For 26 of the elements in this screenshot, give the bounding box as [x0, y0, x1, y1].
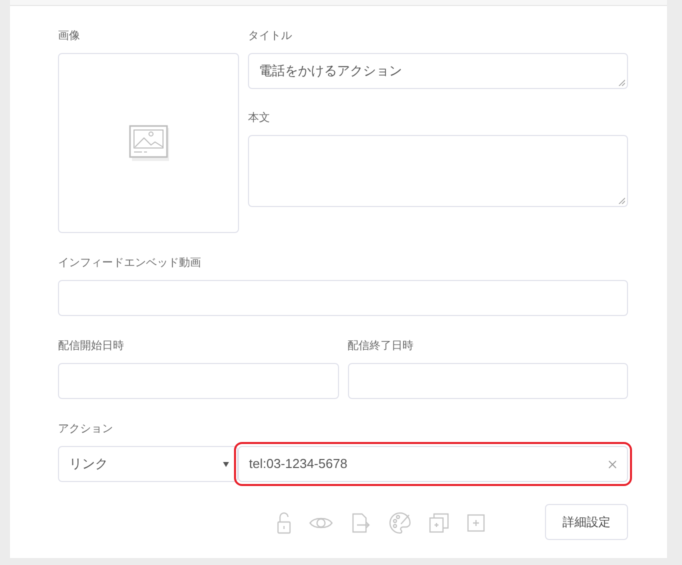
dropdown-caret-icon [223, 462, 229, 466]
infeed-video-field[interactable] [58, 280, 628, 316]
padlock-icon[interactable] [277, 512, 291, 534]
advanced-settings-button[interactable]: 詳細設定 [545, 504, 628, 540]
document-arrow-icon[interactable] [351, 513, 371, 533]
end-date-field[interactable] [348, 363, 628, 399]
resize-handle-icon[interactable] [618, 79, 625, 86]
eye-icon[interactable] [309, 516, 333, 530]
palette-icon[interactable] [389, 512, 411, 534]
image-dropzone[interactable] [58, 53, 239, 233]
resize-handle-icon[interactable] [618, 197, 625, 204]
clear-icon[interactable] [608, 460, 617, 468]
start-date-field[interactable] [58, 363, 338, 399]
image-placeholder-icon [128, 125, 168, 161]
body-field[interactable] [248, 135, 628, 207]
action-type-select[interactable]: リンク [58, 446, 238, 482]
add-icon[interactable] [467, 514, 485, 532]
title-label: タイトル [248, 29, 293, 44]
title-field[interactable]: 電話をかけるアクション [248, 53, 628, 89]
action-label: アクション [58, 422, 114, 437]
end-date-label: 配信終了日時 [348, 339, 414, 354]
start-date-label: 配信開始日時 [58, 339, 125, 354]
duplicate-icon[interactable] [429, 513, 449, 533]
image-label: 画像 [58, 29, 81, 44]
infeed-video-label: インフィードエンベッド動画 [58, 256, 202, 271]
body-label: 本文 [248, 110, 271, 126]
